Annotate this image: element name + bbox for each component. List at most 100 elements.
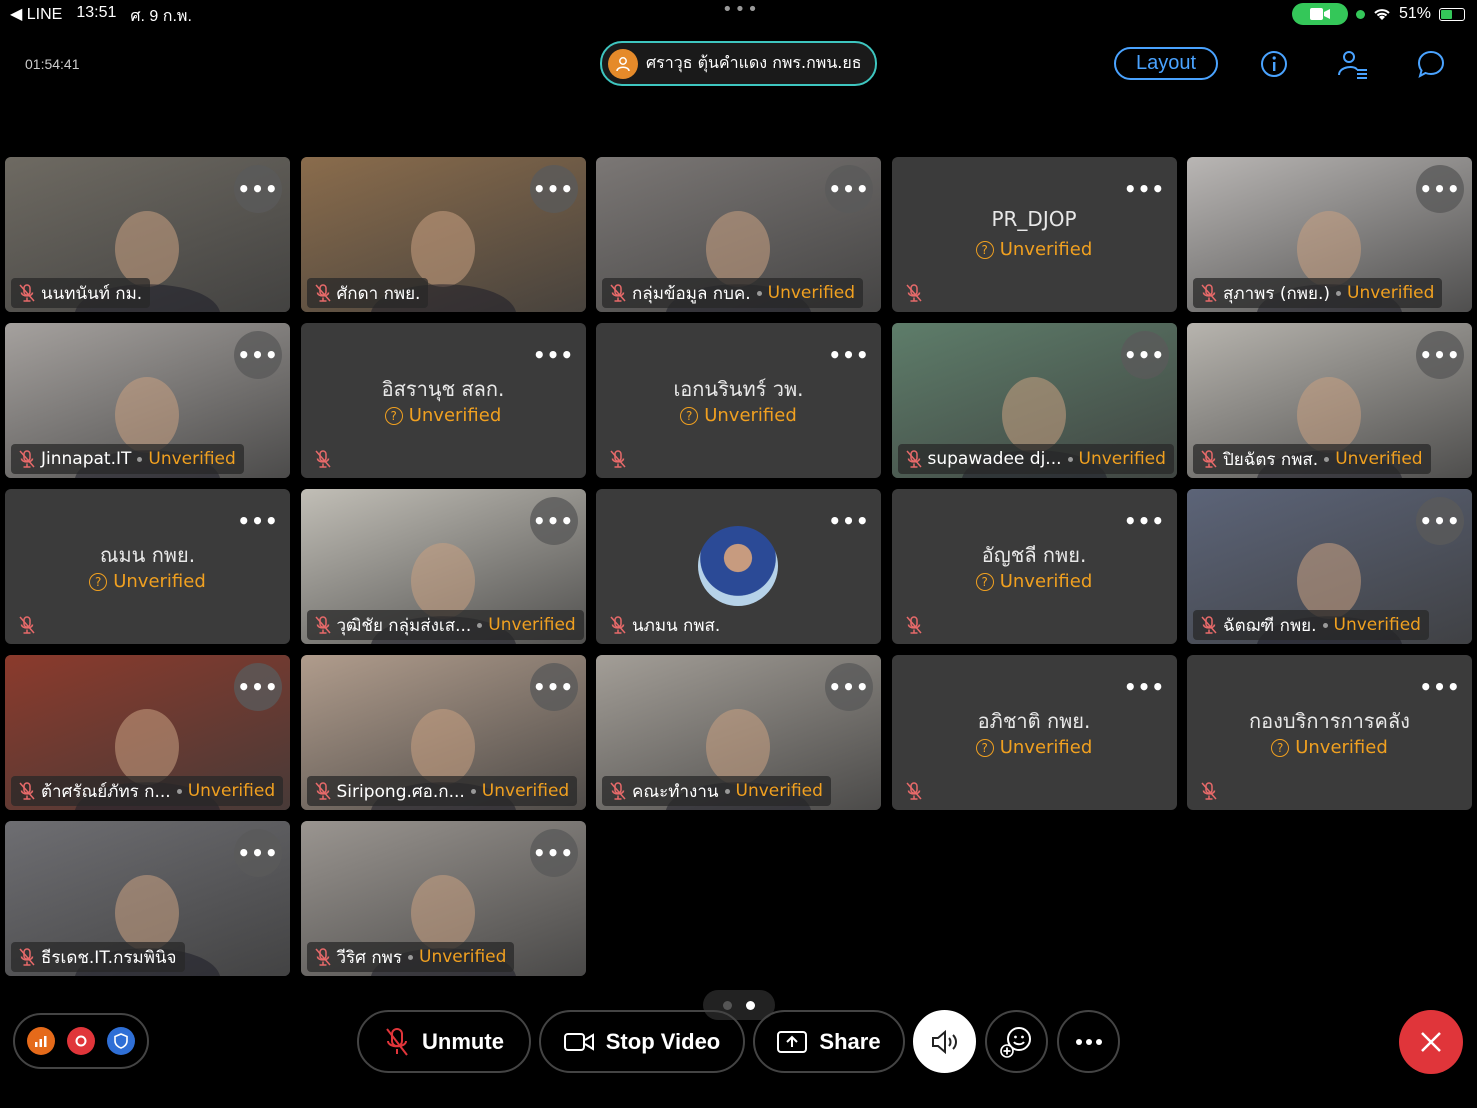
participant-tile[interactable]: ••• นนทนันท์ กม. — [5, 157, 290, 312]
participant-tile[interactable]: ••• กองบริการการคลัง? Unverified — [1187, 655, 1472, 810]
layout-button[interactable]: Layout — [1114, 47, 1218, 80]
muted-mic-icon — [1201, 284, 1217, 302]
participants-icon[interactable] — [1334, 46, 1370, 82]
tile-menu-button[interactable]: ••• — [234, 165, 282, 213]
participant-label: คณะทำงาน Unverified — [602, 776, 831, 806]
page-dot-2[interactable] — [746, 1000, 755, 1010]
participant-name: วุฒิชัย กลุ่มส่งเส... — [336, 615, 472, 636]
status-bar: ◀ LINE 13:51 ศ. 9 ก.พ. ••• 51% — [0, 0, 1477, 28]
tile-menu-button[interactable]: ••• — [1121, 165, 1169, 213]
recording-icon — [67, 1027, 95, 1055]
camera-in-use-icon — [1291, 3, 1348, 25]
unverified-label: Unverified — [408, 405, 502, 426]
page-dot-1[interactable] — [723, 1000, 732, 1010]
participant-tile[interactable]: ••• เอกนรินทร์ วพ.? Unverified — [596, 323, 881, 478]
participant-label: ฉัตฌฑี กพย. Unverified — [1193, 610, 1429, 640]
battery-percent: 51% — [1398, 5, 1431, 22]
participant-name-center: เอกนรินทร์ วพ. — [673, 377, 804, 401]
participant-avatar — [698, 526, 778, 606]
participant-tile[interactable]: ••• PR_DJOP? Unverified — [891, 157, 1177, 312]
tile-menu-button[interactable]: ••• — [1416, 165, 1464, 213]
participant-tile[interactable]: ••• นภมน กพส. — [596, 489, 881, 644]
participant-tile[interactable]: ••• ฉัตฌฑี กพย. Unverified — [1187, 489, 1472, 644]
participant-tile[interactable]: ••• ธีรเดช.IT.กรมพินิจ — [5, 821, 290, 976]
active-speaker-pill[interactable]: ศราวุธ ตุ้นคำแดง กพร.กพน.ยธ — [600, 41, 877, 86]
tile-menu-button[interactable]: ••• — [825, 497, 873, 545]
tile-menu-button[interactable]: ••• — [1416, 663, 1464, 711]
participant-tile[interactable]: ••• สุภาพร (กพย.) Unverified — [1187, 157, 1472, 312]
participant-tile[interactable]: ••• Jinnapat.IT Unverified — [5, 323, 290, 478]
participant-tile[interactable]: ••• Siripong.ศอ.ก... Unverified — [300, 655, 586, 810]
tile-menu-button[interactable]: ••• — [825, 663, 873, 711]
verification-status: ? Unverified — [892, 239, 1177, 260]
tile-menu-button[interactable]: ••• — [1120, 331, 1169, 379]
separator-dot — [408, 954, 414, 960]
chat-icon[interactable] — [1413, 46, 1449, 82]
participant-tile[interactable]: ••• กลุ่มข้อมูล กบค. Unverified — [596, 157, 881, 312]
video-camera-icon — [563, 1032, 594, 1051]
participant-label: supawadee dj... Unverified — [897, 444, 1174, 474]
reactions-button[interactable] — [985, 1010, 1048, 1073]
participant-name: Jinnapat.IT — [41, 449, 132, 469]
participant-label: ธีรเดช.IT.กรมพินิจ — [11, 942, 185, 972]
tile-menu-button[interactable]: ••• — [529, 829, 578, 877]
participant-tile[interactable]: ••• วุฒิชัย กลุ่มส่งเส... Unverified — [300, 489, 586, 644]
participant-name: ธีรเดช.IT.กรมพินิจ — [41, 947, 177, 968]
unmute-button[interactable]: Unmute — [357, 1010, 531, 1073]
participant-label — [1193, 776, 1225, 806]
muted-mic-icon — [19, 284, 35, 302]
more-options-button[interactable] — [1057, 1010, 1120, 1073]
participant-name: นภมน กพส. — [632, 615, 721, 636]
participant-name: ศักดา กพย. — [336, 283, 421, 304]
tile-menu-button[interactable]: ••• — [529, 663, 578, 711]
tile-menu-button[interactable]: ••• — [825, 331, 873, 379]
muted-mic-icon — [19, 616, 35, 634]
tile-menu-button[interactable]: ••• — [530, 331, 578, 379]
participant-tile[interactable]: ••• ปิยฉัตร กพส. Unverified — [1187, 323, 1472, 478]
participant-tile[interactable]: ••• อิสรานุช สลก.? Unverified — [300, 323, 586, 478]
add-reaction-icon — [999, 1026, 1031, 1058]
unverified-label: Unverified — [113, 571, 206, 592]
info-icon[interactable] — [1256, 46, 1292, 82]
tile-menu-button[interactable]: ••• — [234, 331, 282, 379]
tile-menu-button[interactable]: ••• — [825, 165, 873, 213]
participant-label — [898, 278, 930, 308]
share-button[interactable]: Share — [753, 1010, 905, 1073]
participant-tile[interactable]: ••• คณะทำงาน Unverified — [596, 655, 881, 810]
end-call-button[interactable] — [1399, 1010, 1463, 1074]
participant-tile[interactable]: ••• ศักดา กพย. — [300, 157, 586, 312]
wifi-icon — [1374, 9, 1390, 20]
participant-tile[interactable]: ••• อัญชลี กพย.? Unverified — [891, 489, 1177, 644]
audio-output-button[interactable] — [913, 1010, 976, 1073]
muted-mic-icon — [610, 616, 626, 634]
participant-name: กลุ่มข้อมูล กบค. — [632, 283, 751, 304]
participant-tile[interactable]: ••• ณมน กพย.? Unverified — [5, 489, 290, 644]
muted-mic-icon — [314, 948, 331, 966]
participant-tile[interactable]: ••• ต้าศรัณย์ภัทร ก... Unverified — [5, 655, 290, 810]
separator-dot — [137, 456, 143, 462]
participant-tile[interactable]: ••• อภิชาติ กพย.? Unverified — [891, 655, 1177, 810]
separator-dot — [756, 290, 762, 296]
stop-video-button[interactable]: Stop Video — [539, 1010, 745, 1073]
participant-label: ศักดา กพย. — [306, 278, 429, 308]
tile-menu-button[interactable]: ••• — [1121, 663, 1169, 711]
tile-menu-button[interactable]: ••• — [234, 497, 282, 545]
multitasking-dots-icon[interactable]: ••• — [722, 1, 760, 19]
tile-menu-button[interactable]: ••• — [1416, 331, 1464, 379]
separator-dot — [1336, 290, 1341, 296]
tile-menu-button[interactable]: ••• — [1121, 497, 1169, 545]
participant-tile[interactable]: ••• supawadee dj... Unverified — [891, 323, 1177, 478]
tile-menu-button[interactable]: ••• — [529, 497, 578, 545]
tile-menu-button[interactable]: ••• — [234, 829, 282, 877]
participant-tile[interactable]: ••• วีริศ กพร Unverified — [300, 821, 586, 976]
meeting-status-indicators[interactable] — [13, 1013, 149, 1069]
tile-menu-button[interactable]: ••• — [529, 165, 578, 213]
participant-name: ปิยฉัตร กพส. — [1223, 449, 1319, 470]
back-to-app-link[interactable]: ◀ LINE — [10, 4, 62, 29]
tile-menu-button[interactable]: ••• — [1416, 497, 1464, 545]
question-icon: ? — [89, 572, 108, 591]
mic-indicator-icon — [1355, 9, 1365, 19]
participant-name-center: อิสรานุช สลก. — [381, 377, 505, 401]
battery-icon — [1439, 7, 1465, 21]
tile-menu-button[interactable]: ••• — [234, 663, 282, 711]
